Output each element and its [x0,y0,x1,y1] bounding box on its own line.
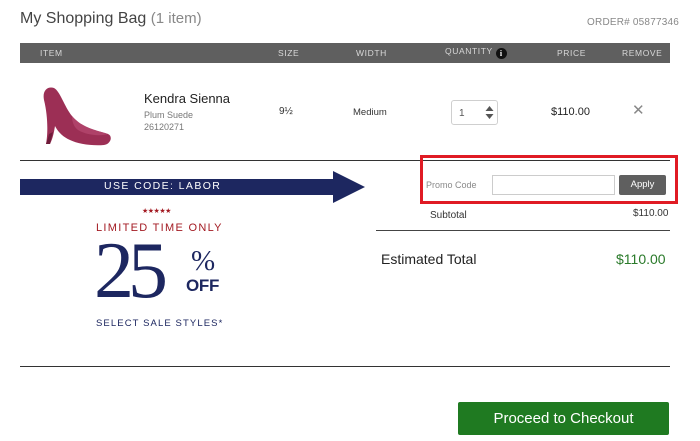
percent-sign: % [191,245,216,277]
item-count: (1 item) [150,10,202,27]
estimated-total-value: $110.00 [616,251,666,267]
discount-amount: 25 [94,227,168,315]
stars-icon: ★★★★★ [142,208,171,215]
promo-code-label: Promo Code [426,180,477,190]
subtotal-label: Subtotal [430,210,467,221]
use-code-text: USE CODE: LABOR [104,180,222,192]
page-title: My Shopping Bag (1 item) [20,10,202,28]
order-value: 05877346 [632,17,679,28]
column-remove: REMOVE [622,48,663,58]
stepper-arrows-icon[interactable] [485,104,494,121]
apply-button[interactable]: Apply [619,175,666,195]
select-styles-text: SELECT SALE STYLES* [96,318,224,329]
summary-divider [376,230,670,231]
promo-code-input[interactable] [492,175,615,195]
product-image[interactable] [38,82,113,150]
info-icon[interactable]: i [495,48,507,59]
column-item: ITEM [40,48,63,58]
estimated-total-label: Estimated Total [381,251,477,267]
page-title-text: My Shopping Bag [20,10,147,27]
product-color: Plum Suede [144,110,194,120]
table-header: ITEM SIZE WIDTH QUANTITY i PRICE REMOVE [20,43,670,63]
column-size: SIZE [278,48,300,58]
subtotal-value: $110.00 [633,208,669,219]
quantity-value: 1 [459,108,465,119]
bottom-divider [20,366,670,367]
checkout-button[interactable]: Proceed to Checkout [458,402,669,435]
product-name[interactable]: Kendra Sienna [144,91,230,106]
product-size: 9½ [279,106,293,117]
product-price: $110.00 [551,106,590,118]
column-quantity: QUANTITY i [445,46,507,59]
order-label: ORDER# [587,17,630,28]
column-width: WIDTH [356,48,387,58]
off-text: OFF [186,276,220,295]
product-width: Medium [353,107,387,118]
remove-icon[interactable]: ✕ [632,101,645,119]
order-number: ORDER# 05877346 [587,17,679,28]
quantity-stepper[interactable]: 1 [451,100,498,125]
column-price: PRICE [557,48,586,58]
product-sku: 26120271 [144,122,185,132]
column-quantity-label: QUANTITY [445,46,493,56]
